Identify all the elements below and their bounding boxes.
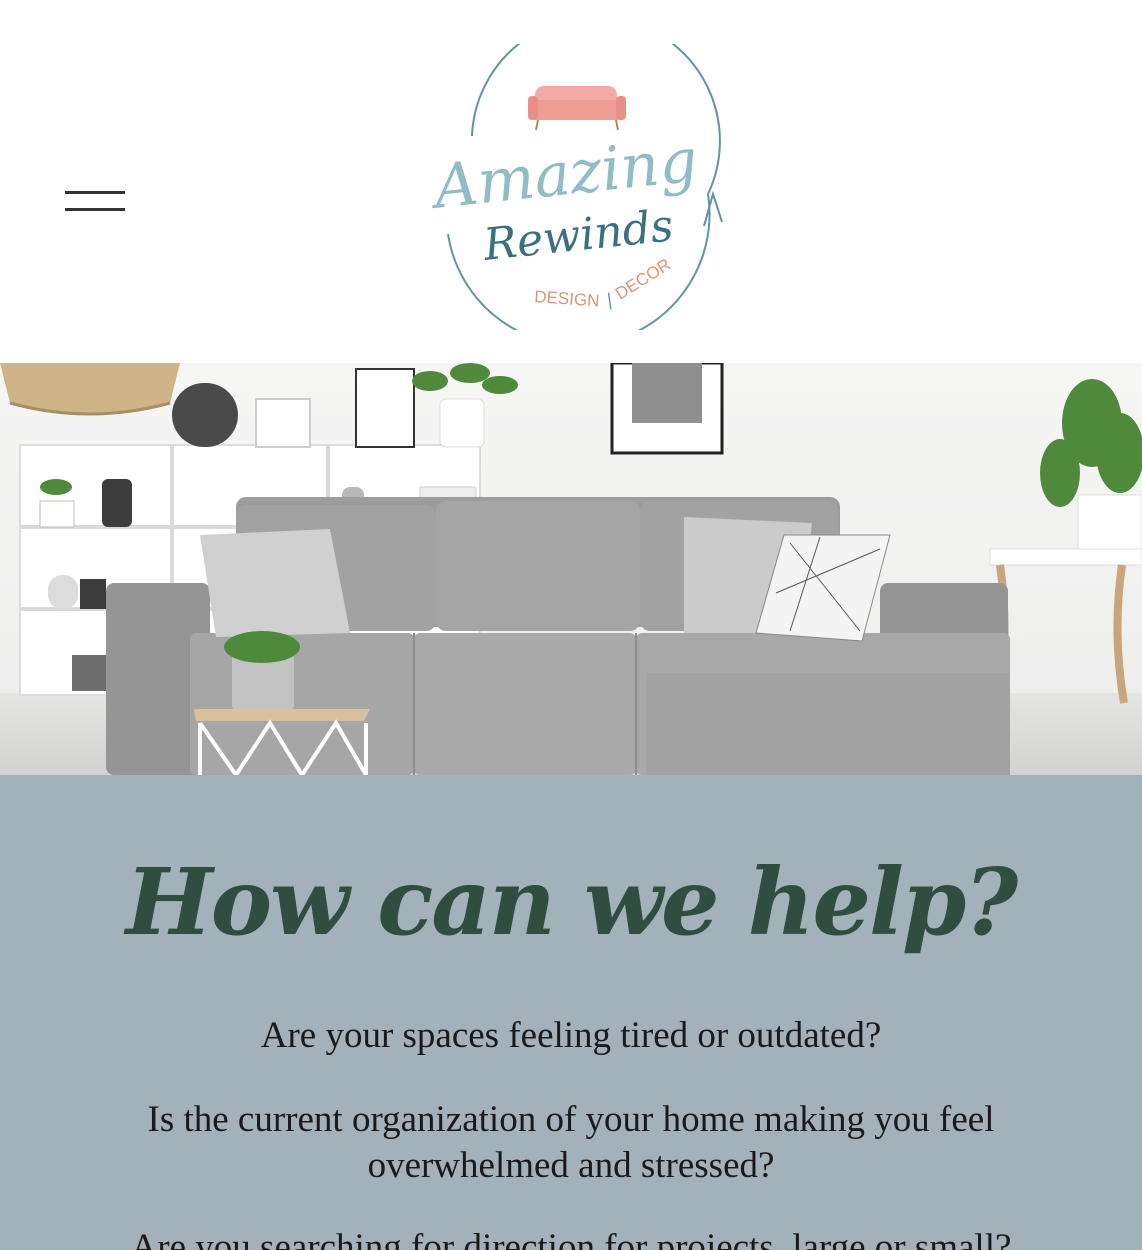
logo-tagline-sep: | xyxy=(606,290,613,310)
hamburger-icon-line xyxy=(65,208,125,211)
site-logo[interactable]: Amazing Rewinds DESIGN | DECOR xyxy=(408,44,734,330)
hamburger-menu-button[interactable] xyxy=(60,180,132,224)
logo-tagline-right: DECOR xyxy=(612,255,674,304)
help-section: How can we help? Are your spaces feeling… xyxy=(0,775,1142,1250)
logo-tagline-left: DESIGN xyxy=(534,287,600,311)
help-question-2: Is the current organization of your home… xyxy=(147,1099,995,1186)
site-header: Amazing Rewinds DESIGN | DECOR xyxy=(0,0,1142,363)
hamburger-icon xyxy=(65,191,125,194)
sofa-icon xyxy=(528,86,626,131)
hero-image xyxy=(0,363,1142,775)
help-question-3: Are you searching for direction for proj… xyxy=(130,1227,1012,1250)
help-question-1: Are your spaces feeling tired or outdate… xyxy=(260,1015,882,1056)
help-title: How can we help? xyxy=(125,848,1018,956)
